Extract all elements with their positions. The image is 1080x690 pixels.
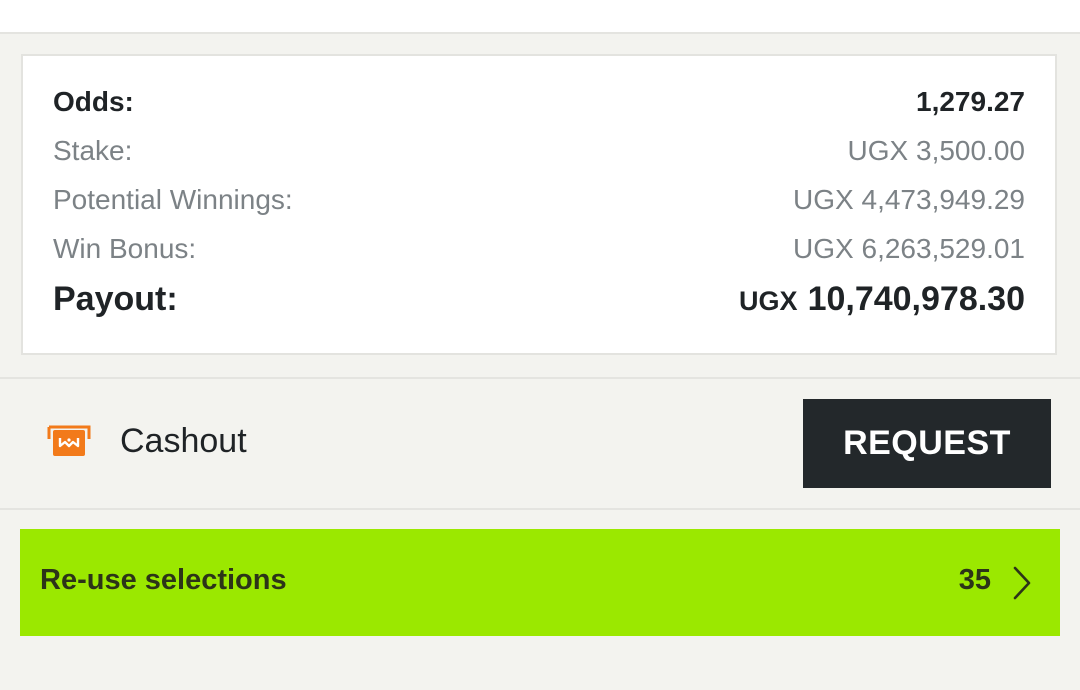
payout-value: UGX 10,740,978.30 — [739, 280, 1025, 319]
payout-amount: 10,740,978.30 — [807, 280, 1025, 318]
reuse-selections-button[interactable]: Re-use selections 35 — [20, 529, 1060, 636]
stake-label: Stake: — [53, 135, 133, 166]
win-bonus-label: Win Bonus: — [53, 233, 197, 264]
potential-winnings-value: UGX 4,473,949.29 — [793, 184, 1025, 215]
payout-label: Payout: — [53, 280, 178, 318]
odds-row: Odds: 1,279.27 — [53, 86, 1025, 118]
reuse-selections-label: Re-use selections — [40, 564, 287, 596]
win-bonus-value: UGX 6,263,529.01 — [793, 233, 1025, 264]
bet-summary-card: Odds: 1,279.27 Stake: UGX 3,500.00 Poten… — [21, 54, 1057, 355]
top-strip — [0, 0, 1080, 34]
reuse-selections-count: 35 — [958, 564, 991, 596]
stake-value: UGX 3,500.00 — [847, 135, 1025, 166]
odds-value: 1,279.27 — [916, 86, 1025, 117]
divider — [0, 508, 1080, 510]
potential-winnings-label: Potential Winnings: — [53, 184, 293, 215]
cashout-icon — [47, 424, 91, 460]
cashout-label: Cashout — [120, 422, 247, 460]
chevron-right-icon — [1012, 566, 1032, 600]
payout-currency: UGX — [739, 286, 798, 316]
odds-label: Odds: — [53, 86, 134, 117]
win-bonus-row: Win Bonus: UGX 6,263,529.01 — [53, 233, 1025, 265]
stake-row: Stake: UGX 3,500.00 — [53, 135, 1025, 167]
divider — [0, 377, 1080, 379]
potential-winnings-row: Potential Winnings: UGX 4,473,949.29 — [53, 184, 1025, 216]
request-cashout-button[interactable]: REQUEST — [803, 399, 1051, 488]
payout-row: Payout: UGX 10,740,978.30 — [53, 280, 1025, 319]
